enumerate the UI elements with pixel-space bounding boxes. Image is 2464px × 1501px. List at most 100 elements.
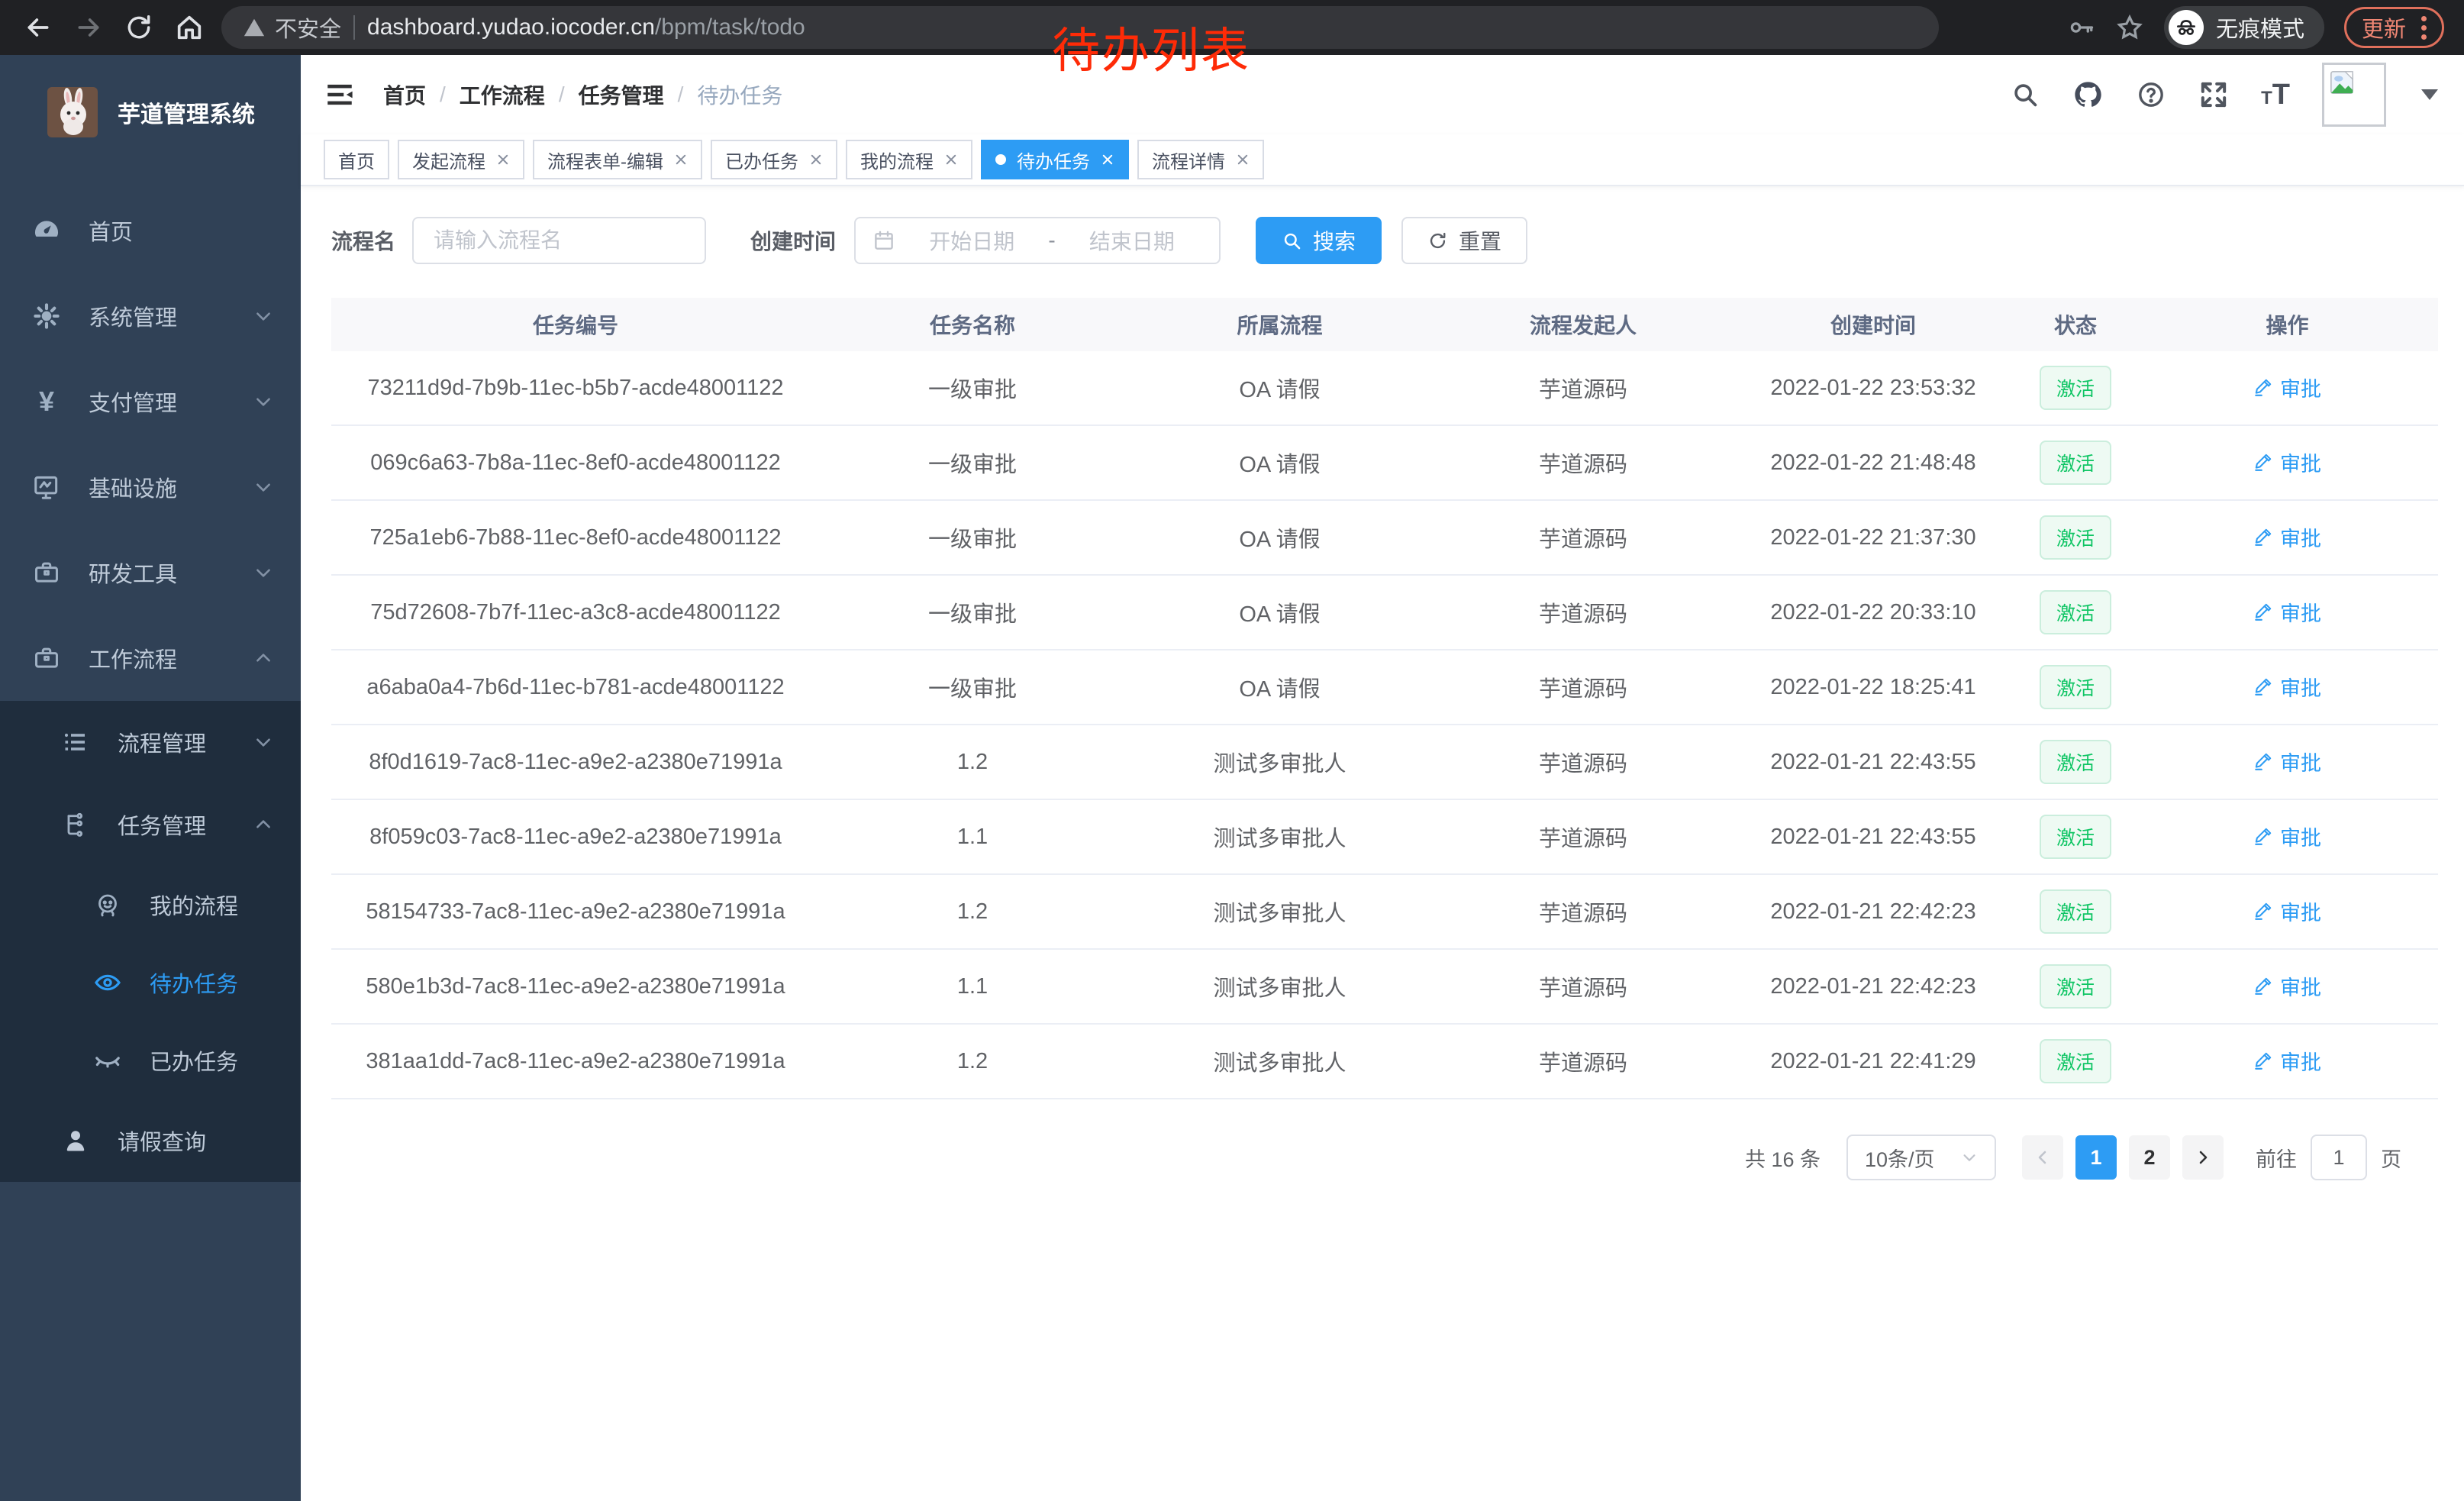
- browser-menu-icon[interactable]: [2421, 16, 2427, 40]
- approve-link[interactable]: 审批: [2253, 447, 2321, 477]
- fullscreen-icon[interactable]: [2198, 79, 2229, 110]
- tab-todo-task-active[interactable]: 待办任务: [981, 140, 1129, 179]
- avatar[interactable]: [2322, 63, 2386, 127]
- reset-button[interactable]: 重置: [1401, 217, 1527, 264]
- process-name-label: 流程名: [331, 225, 395, 256]
- page-size-select[interactable]: 10条/页: [1846, 1135, 1996, 1180]
- process-starter: 芋道源码: [1434, 746, 1732, 778]
- briefcase-icon: [31, 558, 63, 587]
- column-header: 所属流程: [1125, 309, 1434, 340]
- close-icon[interactable]: [809, 153, 823, 166]
- sidebar-item-dev[interactable]: 研发工具: [0, 530, 301, 615]
- search-button[interactable]: 搜索: [1256, 217, 1382, 264]
- column-header: 创建时间: [1732, 309, 2014, 340]
- next-page-button[interactable]: [2182, 1135, 2224, 1180]
- tab-process-form-edit[interactable]: 流程表单-编辑: [533, 140, 702, 179]
- tab-process-detail[interactable]: 流程详情: [1137, 140, 1264, 179]
- sidebar-item-task-mgmt[interactable]: 任务管理: [0, 783, 301, 866]
- approve-link[interactable]: 审批: [2253, 522, 2321, 552]
- approve-link[interactable]: 审批: [2253, 822, 2321, 851]
- sidebar-item-pay[interactable]: ¥ 支付管理: [0, 359, 301, 444]
- chevron-down-icon: [253, 477, 273, 497]
- sidebar: 芋道管理系统 首页 系统管理 ¥ 支付管理: [0, 55, 301, 1501]
- update-button[interactable]: 更新: [2344, 7, 2444, 48]
- incognito-icon: [2169, 10, 2204, 45]
- close-icon[interactable]: [944, 153, 958, 166]
- browser-forward-icon[interactable]: [70, 9, 107, 46]
- approve-link[interactable]: 审批: [2253, 971, 2321, 1001]
- tab-start-process[interactable]: 发起流程: [398, 140, 524, 179]
- create-time: 2022-01-22 18:25:41: [1732, 675, 2014, 700]
- prev-page-button[interactable]: [2022, 1135, 2063, 1180]
- password-key-icon[interactable]: [2068, 14, 2095, 41]
- list-icon: [60, 728, 92, 756]
- approve-label: 审批: [2280, 971, 2321, 1001]
- approve-link[interactable]: 审批: [2253, 672, 2321, 702]
- sidebar-item-my-process[interactable]: 我的流程: [0, 866, 301, 944]
- browser-back-icon[interactable]: [20, 9, 56, 46]
- breadcrumb-item[interactable]: 首页: [383, 79, 426, 110]
- url-text[interactable]: dashboard.yudao.iocoder.cn/bpm/task/todo: [367, 15, 805, 40]
- tab-label: 发起流程: [412, 147, 485, 173]
- approve-link[interactable]: 审批: [2253, 747, 2321, 776]
- goto-page-input[interactable]: [2311, 1135, 2367, 1180]
- page-button-1[interactable]: 1: [2075, 1135, 2117, 1180]
- table-row: 8f0d1619-7ac8-11ec-a9e2-a2380e71991a 1.2…: [331, 725, 2438, 800]
- process-name: 测试多审批人: [1125, 746, 1434, 778]
- robot-face-icon: [92, 891, 124, 918]
- tab-done-task[interactable]: 已办任务: [711, 140, 837, 179]
- sidebar-item-workflow[interactable]: 工作流程: [0, 615, 301, 701]
- help-icon[interactable]: [2136, 79, 2166, 110]
- eye-closed-icon: [92, 1046, 124, 1075]
- create-time: 2022-01-21 22:43:55: [1732, 825, 2014, 850]
- tab-label: 已办任务: [725, 147, 798, 173]
- sidebar-item-label: 已办任务: [150, 1044, 273, 1077]
- search-icon[interactable]: [2011, 80, 2040, 109]
- sidebar-item-todo-task[interactable]: 待办任务: [0, 944, 301, 1022]
- breadcrumb-item[interactable]: 工作流程: [460, 79, 545, 110]
- task-name: 1.2: [820, 899, 1125, 925]
- gear-icon: [31, 302, 63, 331]
- sidebar-item-label: 支付管理: [89, 386, 253, 418]
- breadcrumb-item[interactable]: 任务管理: [579, 79, 664, 110]
- sidebar-item-done-task[interactable]: 已办任务: [0, 1022, 301, 1099]
- process-name-input[interactable]: [412, 217, 706, 264]
- sidebar-item-leave-query[interactable]: 请假查询: [0, 1099, 301, 1182]
- page-button-2[interactable]: 2: [2129, 1135, 2170, 1180]
- task-name: 一级审批: [820, 671, 1125, 703]
- approve-link[interactable]: 审批: [2253, 896, 2321, 926]
- date-range-picker[interactable]: 开始日期 - 结束日期: [854, 217, 1221, 264]
- process-name: 测试多审批人: [1125, 970, 1434, 1002]
- security-label: 不安全: [275, 11, 341, 44]
- sidebar-item-home[interactable]: 首页: [0, 188, 301, 273]
- close-icon[interactable]: [1101, 153, 1114, 166]
- close-icon[interactable]: [674, 153, 688, 166]
- sidebar-item-system[interactable]: 系统管理: [0, 273, 301, 359]
- task-id: 58154733-7ac8-11ec-a9e2-a2380e71991a: [331, 899, 820, 925]
- tab-my-process[interactable]: 我的流程: [846, 140, 972, 179]
- approve-label: 审批: [2280, 1046, 2321, 1076]
- close-icon[interactable]: [496, 153, 510, 166]
- close-icon[interactable]: [1236, 153, 1250, 166]
- bookmark-star-icon[interactable]: [2115, 13, 2144, 42]
- browser-reload-icon[interactable]: [121, 9, 157, 46]
- approve-link[interactable]: 审批: [2253, 597, 2321, 627]
- table-row: 069c6a63-7b8a-11ec-8ef0-acde48001122 一级审…: [331, 426, 2438, 501]
- create-time: 2022-01-21 22:41:29: [1732, 1049, 2014, 1074]
- tab-home[interactable]: 首页: [324, 140, 389, 179]
- workflow-submenu: 流程管理 任务管理 我的流程: [0, 701, 301, 1182]
- font-size-icon[interactable]: TT: [2261, 79, 2290, 111]
- github-icon[interactable]: [2072, 79, 2104, 111]
- approve-link[interactable]: 审批: [2253, 373, 2321, 402]
- create-time: 2022-01-21 22:42:23: [1732, 974, 2014, 999]
- avatar-dropdown-caret[interactable]: [2421, 89, 2438, 100]
- browser-home-icon[interactable]: [171, 9, 208, 46]
- task-name: 1.2: [820, 1049, 1125, 1074]
- end-date-placeholder: 结束日期: [1062, 225, 1202, 256]
- sidebar-collapse-icon[interactable]: [324, 79, 356, 111]
- security-warning[interactable]: 不安全: [243, 11, 341, 44]
- approve-link[interactable]: 审批: [2253, 1046, 2321, 1076]
- sidebar-item-process-mgmt[interactable]: 流程管理: [0, 701, 301, 783]
- edit-pen-icon: [2253, 976, 2273, 996]
- sidebar-item-infra[interactable]: 基础设施: [0, 444, 301, 530]
